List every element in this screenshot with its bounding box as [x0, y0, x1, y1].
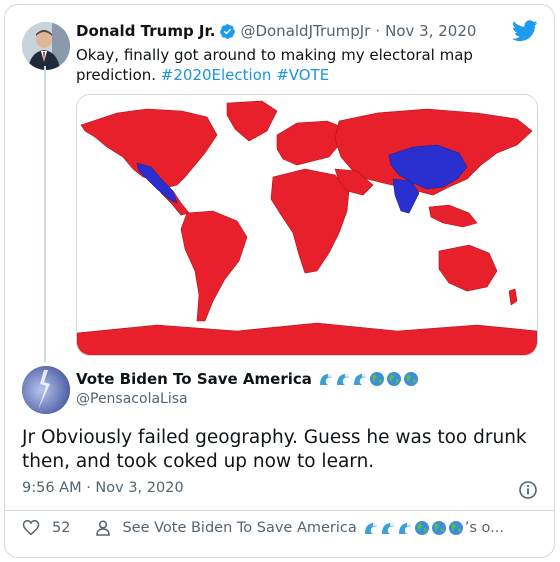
tweet-body: Okay, finally got around to making my el…	[76, 46, 473, 84]
name-emojis	[318, 371, 420, 387]
heart-icon[interactable]	[22, 519, 40, 536]
world-map-icon	[77, 95, 537, 355]
author-handle[interactable]: @PensacolaLisa	[76, 391, 188, 407]
twitter-bird-icon[interactable]	[512, 20, 538, 42]
globe-icon	[448, 520, 463, 535]
wave-icon	[398, 522, 411, 534]
info-icon[interactable]	[518, 480, 538, 500]
hashtag-link[interactable]: #2020Election	[161, 66, 272, 84]
see-profile-link[interactable]: See Vote Biden To Save America ’s o...	[122, 520, 504, 536]
quoted-tweet-header: Donald Trump Jr. @DonaldJTrumpJr · Nov 3…	[76, 22, 476, 40]
name-emojis	[363, 520, 465, 536]
wave-icon	[336, 374, 349, 385]
tweet-actions: 52 See Vote Biden To Save America ’s o..…	[22, 519, 542, 536]
globe-icon	[431, 520, 446, 535]
like-count[interactable]: 52	[52, 520, 70, 536]
globe-icon	[403, 372, 418, 386]
see-profile-label: See Vote Biden To Save America	[122, 519, 357, 536]
see-profile-suffix: ’s o...	[464, 519, 504, 536]
wave-icon	[319, 374, 332, 385]
tweet-date[interactable]: Nov 3, 2020	[385, 22, 476, 40]
author-name[interactable]: Donald Trump Jr.	[76, 22, 215, 40]
person-icon	[96, 519, 111, 536]
reply-author: Vote Biden To Save America	[76, 370, 420, 388]
electoral-map-image[interactable]	[76, 94, 538, 356]
reply-tweet-text: Jr Obviously failed geography. Guess he …	[22, 427, 527, 472]
author-handle[interactable]: @DonaldJTrumpJr	[240, 22, 370, 40]
thread-line	[44, 66, 46, 362]
wave-icon	[381, 522, 394, 534]
wave-icon	[364, 522, 377, 534]
avatar[interactable]	[22, 22, 70, 70]
globe-icon	[386, 372, 401, 386]
tweet-timestamp[interactable]: 9:56 AM · Nov 3, 2020	[22, 480, 184, 496]
quoted-tweet-text: Okay, finally got around to making my el…	[76, 45, 516, 85]
divider	[4, 510, 555, 511]
separator: ·	[375, 22, 381, 40]
avatar[interactable]	[22, 366, 70, 414]
globe-icon	[414, 520, 429, 535]
hashtag-link[interactable]: #VOTE	[276, 66, 329, 84]
author-name[interactable]: Vote Biden To Save America	[76, 370, 312, 388]
wave-icon	[353, 374, 366, 385]
globe-icon	[369, 372, 384, 386]
verified-badge-icon	[220, 23, 236, 39]
